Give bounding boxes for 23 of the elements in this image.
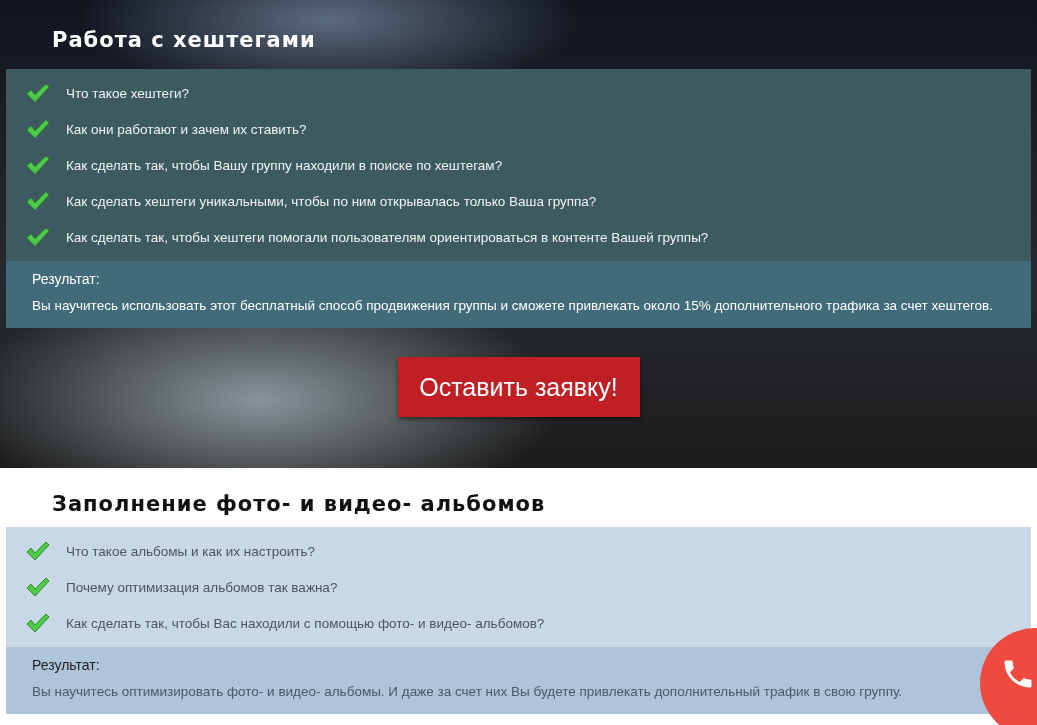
topic-text: Как сделать так, чтобы хештеги помогали пользователям ориентироваться в контенте Вашей группы?	[66, 229, 709, 245]
topic-text: Что такое альбомы и как их настроить?	[66, 543, 315, 559]
check-icon	[26, 541, 50, 561]
request-button[interactable]: Оставить заявку!	[397, 357, 640, 417]
result-label: Результат:	[32, 271, 101, 287]
topic-text: Как сделать хештеги уникальными, чтобы по ним открывалась только Ваша группа?	[66, 193, 597, 209]
check-icon	[26, 83, 50, 103]
topic-text: Как сделать так, чтобы Вашу группу находили в поиске по хештегам?	[66, 157, 503, 173]
topic-text: Как они работают и зачем их ставить?	[66, 121, 307, 137]
section-title: Заполнение фото- и видео- альбомов	[51, 491, 547, 518]
section-title: Работа с хештегами	[51, 27, 317, 54]
check-icon	[26, 577, 50, 597]
check-icon	[26, 155, 50, 175]
topic-text: Что такое хештеги?	[66, 85, 190, 101]
topic-text: Как сделать так, чтобы Вас находили с помощью фото- и видео- альбомов?	[66, 615, 545, 631]
check-icon	[26, 227, 50, 247]
check-icon	[26, 191, 50, 211]
topic-text: Почему оптимизация альбомов так важна?	[66, 579, 338, 595]
check-icon	[26, 119, 50, 139]
check-icon	[26, 613, 50, 633]
result-text: Вы научитесь использовать этот бесплатный способ продвижения группы и сможете привлекать около 15% дополнительного трафика за счет хештегов.	[32, 297, 994, 315]
result-label: Результат:	[32, 657, 101, 673]
result-text: Вы научитесь оптимизировать фото- и видео- альбомы. И даже за счет них Вы будете привлекать дополнительный трафик в свою группу.	[32, 683, 904, 701]
